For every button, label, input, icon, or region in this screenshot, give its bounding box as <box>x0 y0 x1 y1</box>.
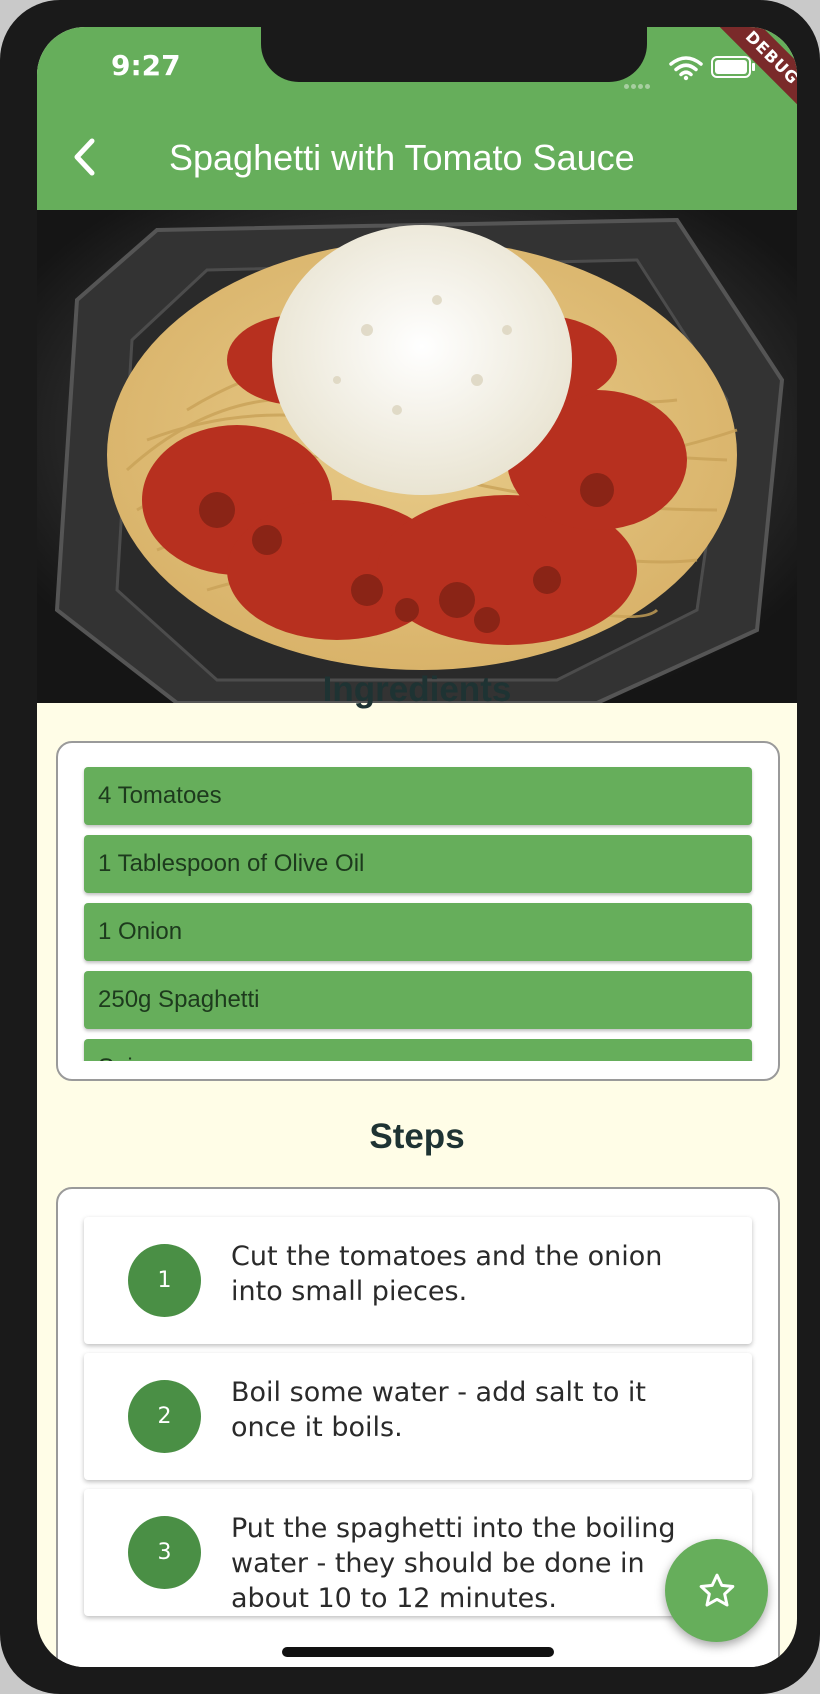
ingredient-item: 1 Tablespoon of Olive Oil <box>84 835 752 893</box>
ingredient-item: Spices <box>84 1039 752 1061</box>
home-indicator <box>282 1647 554 1657</box>
step-card: 1 Cut the tomatoes and the onion into sm… <box>84 1217 752 1344</box>
step-card: 2 Boil some water - add salt to it once … <box>84 1353 752 1480</box>
chevron-left-icon <box>74 138 95 176</box>
ingredient-item: 4 Tomatoes <box>84 767 752 825</box>
step-text: Boil some water - add salt to it once it… <box>231 1377 647 1443</box>
status-time: 9:27 <box>111 49 181 82</box>
ingredients-list[interactable]: 4 Tomatoes 1 Tablespoon of Olive Oil 1 O… <box>56 741 780 1081</box>
step-number: 2 <box>128 1380 201 1453</box>
battery-icon <box>711 56 755 78</box>
step-text: Cut the tomatoes and the onion into smal… <box>231 1241 663 1307</box>
wifi-icon <box>669 56 703 81</box>
step-text: Put the spaghetti into the boiling water… <box>231 1513 676 1614</box>
step-card: 3 Put the spaghetti into the boiling wat… <box>84 1489 752 1616</box>
ingredients-heading: Ingredients <box>322 670 512 709</box>
device-notch <box>261 27 647 82</box>
app-screen: DEBUG 9:27 Spaghetti with Tomato Sauce I… <box>37 27 797 1667</box>
step-number: 3 <box>128 1516 201 1589</box>
ingredient-item: 250g Spaghetti <box>84 971 752 1029</box>
steps-heading: Steps <box>369 1117 465 1156</box>
ingredient-item: 1 Onion <box>84 903 752 961</box>
recipe-photo <box>37 210 797 703</box>
device-frame: DEBUG 9:27 Spaghetti with Tomato Sauce I… <box>0 0 820 1694</box>
favorite-button[interactable] <box>665 1539 768 1642</box>
back-button[interactable] <box>59 127 109 187</box>
step-number: 1 <box>128 1244 201 1317</box>
ingredient-item-clip: Spices <box>58 1039 778 1061</box>
page-title: Spaghetti with Tomato Sauce <box>169 137 635 178</box>
star-outline-icon <box>699 1573 734 1606</box>
